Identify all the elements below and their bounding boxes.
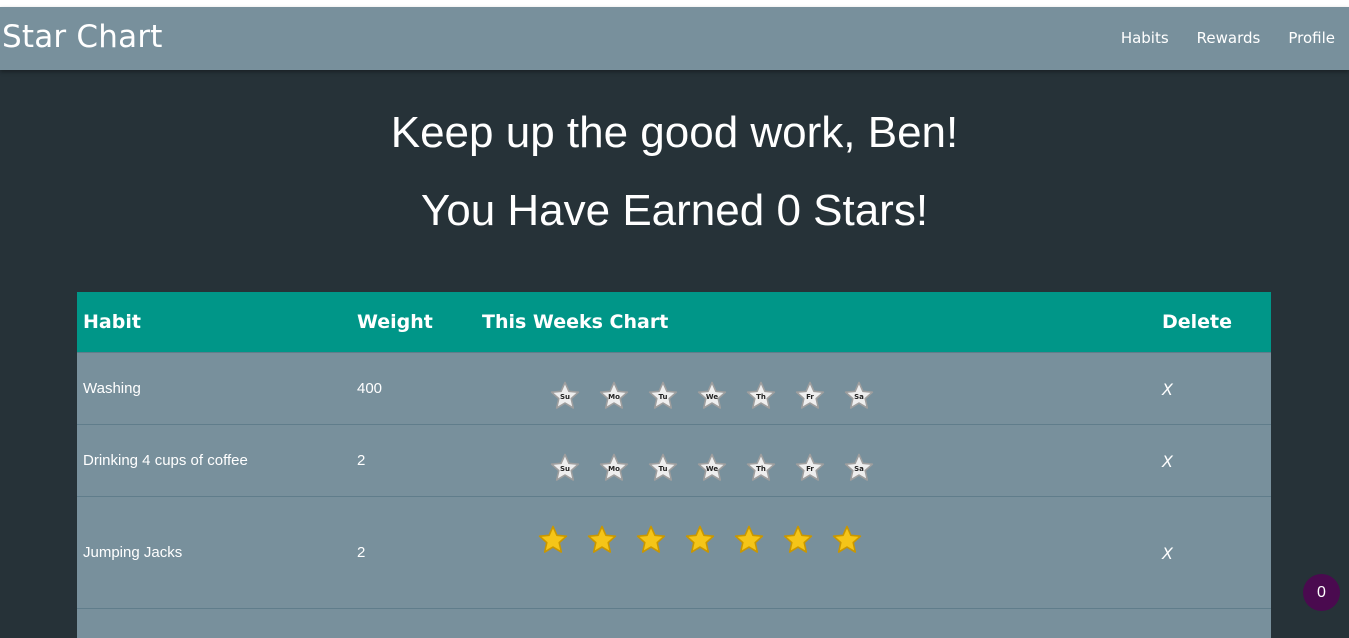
delete-icon[interactable]: X — [1162, 380, 1173, 399]
table-row: Jumping Jacks 2 X — [77, 496, 1271, 609]
empty-star-icon[interactable]: Mo — [599, 453, 629, 483]
star-day-label: Tu — [658, 393, 668, 401]
filled-star-icon[interactable] — [587, 525, 617, 555]
empty-star-icon[interactable]: Th — [746, 381, 776, 411]
filled-star-icon[interactable] — [538, 525, 568, 555]
habit-weight: 2 — [357, 452, 366, 469]
star-day-label: Sa — [854, 393, 864, 401]
header-weight: Weight — [357, 311, 433, 333]
empty-star-icon[interactable]: Su — [550, 453, 580, 483]
empty-star-icon[interactable]: Th — [746, 453, 776, 483]
nav-link-profile[interactable]: Profile — [1288, 29, 1335, 47]
star-day-label: We — [705, 393, 719, 401]
empty-star-icon[interactable]: Fr — [795, 453, 825, 483]
notification-badge[interactable]: 0 — [1303, 574, 1340, 611]
star-day-label: Th — [756, 465, 766, 473]
top-border — [0, 0, 1349, 7]
empty-star-icon[interactable]: Sa — [844, 381, 874, 411]
star-day-label: Su — [559, 393, 571, 401]
star-day-label: Fr — [806, 393, 814, 401]
greeting-heading: Keep up the good work, Ben! — [390, 108, 959, 157]
filled-star-icon[interactable] — [832, 525, 862, 555]
empty-star-icon[interactable]: Tu — [648, 381, 678, 411]
header-habit: Habit — [83, 311, 141, 333]
empty-star-icon[interactable]: Sa — [844, 453, 874, 483]
star-day-label: Tu — [658, 465, 668, 473]
header-weekly-chart: This Weeks Chart — [482, 311, 669, 333]
star-day-label: Mo — [608, 465, 620, 473]
filled-star-icon[interactable] — [685, 525, 715, 555]
filled-star-icon[interactable] — [636, 525, 666, 555]
habits-table: Habit Weight This Weeks Chart Delete Was… — [77, 292, 1271, 638]
empty-star-icon[interactable]: Tu — [648, 453, 678, 483]
header-delete: Delete — [1162, 311, 1233, 333]
habit-weight: 400 — [357, 380, 383, 397]
empty-star-icon[interactable]: Fr — [795, 381, 825, 411]
star-day-label: We — [705, 465, 719, 473]
star-day-label: Fr — [806, 465, 814, 473]
table-row: Washing 400 Su Mo Tu We Th Fr Sa X — [77, 352, 1271, 425]
delete-icon[interactable]: X — [1162, 452, 1173, 471]
navbar: Star Chart Habits Rewards Profile — [0, 7, 1349, 70]
empty-star-icon[interactable]: We — [697, 381, 727, 411]
table-header: Habit Weight This Weeks Chart Delete — [77, 292, 1271, 352]
habit-name: Jumping Jacks — [83, 544, 183, 561]
filled-star-icon[interactable] — [734, 525, 764, 555]
filled-star-icon[interactable] — [783, 525, 813, 555]
brand-logo[interactable]: Star Chart — [2, 19, 163, 55]
week-stars — [538, 525, 862, 555]
star-day-label: Mo — [608, 393, 620, 401]
star-day-label: Su — [559, 465, 571, 473]
week-stars: Su Mo Tu We Th Fr Sa — [550, 381, 874, 411]
nav-links: Habits Rewards Profile — [1121, 29, 1335, 47]
habit-name: Washing — [83, 380, 141, 397]
table-row — [77, 608, 1271, 638]
table-row: Drinking 4 cups of coffee 2 Su Mo Tu We Th Fr… — [77, 424, 1271, 497]
habit-name: Drinking 4 cups of coffee — [83, 452, 248, 469]
habit-weight: 2 — [357, 544, 366, 561]
nav-link-rewards[interactable]: Rewards — [1197, 29, 1261, 47]
delete-icon[interactable]: X — [1162, 544, 1173, 563]
empty-star-icon[interactable]: Su — [550, 381, 580, 411]
nav-link-habits[interactable]: Habits — [1121, 29, 1169, 47]
week-stars: Su Mo Tu We Th Fr Sa — [550, 453, 874, 483]
star-day-label: Th — [756, 393, 766, 401]
empty-star-icon[interactable]: Mo — [599, 381, 629, 411]
stars-earned-heading: You Have Earned 0 Stars! — [420, 186, 929, 235]
empty-star-icon[interactable]: We — [697, 453, 727, 483]
star-day-label: Sa — [854, 465, 864, 473]
